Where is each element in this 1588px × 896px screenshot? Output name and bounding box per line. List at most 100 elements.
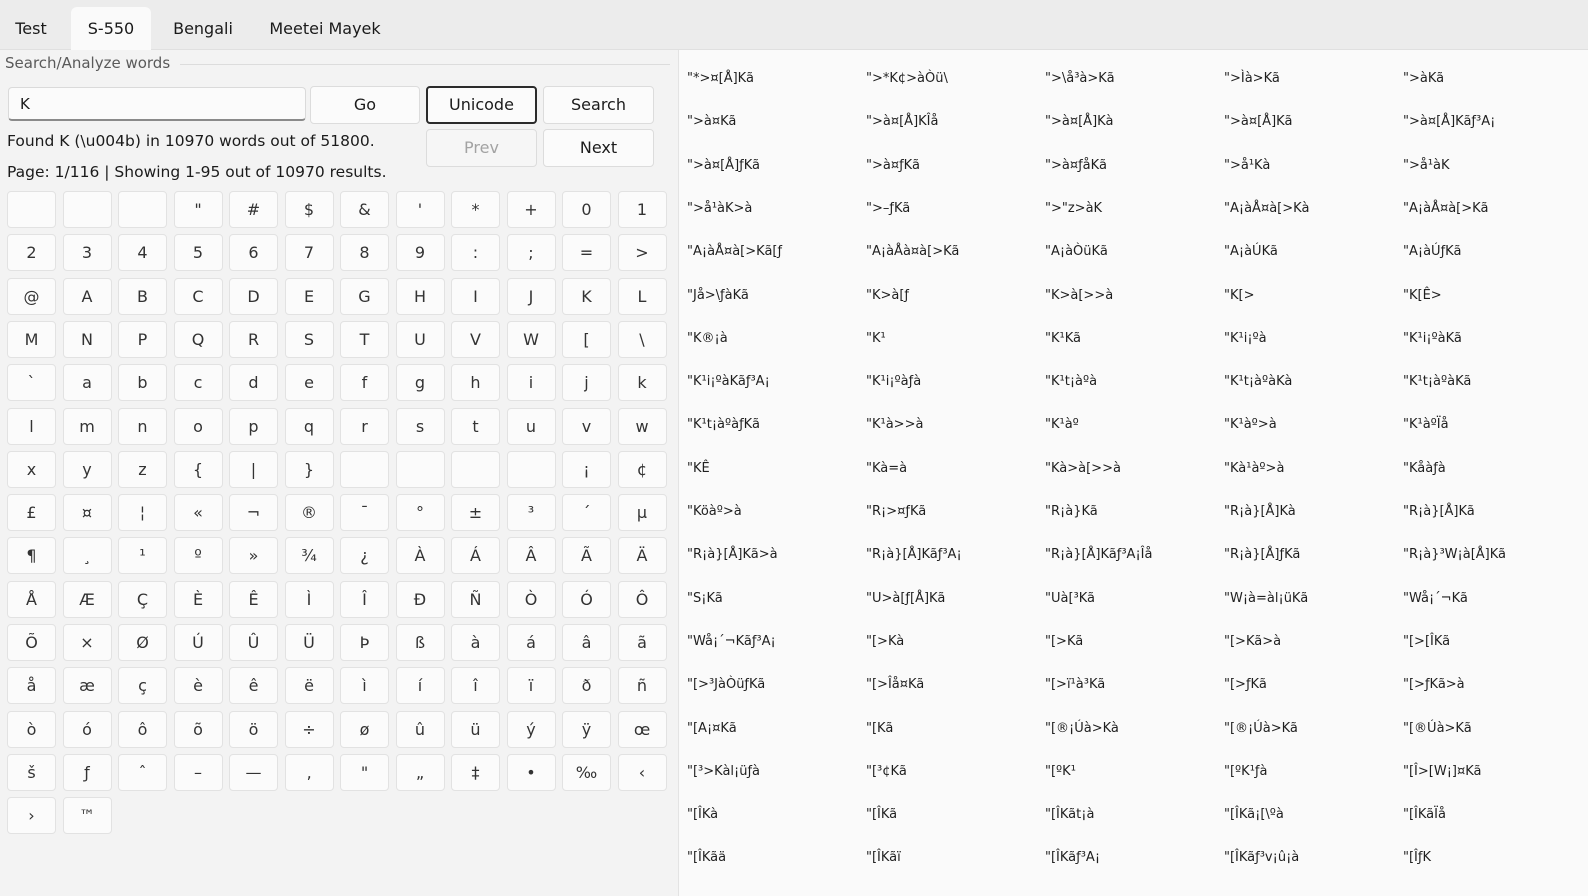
char-key[interactable]: » bbox=[229, 537, 278, 575]
result-word[interactable]: ">å¹Kà bbox=[1224, 158, 1270, 173]
char-key[interactable]: Q bbox=[173, 320, 223, 358]
char-key[interactable]: $ bbox=[284, 191, 334, 228]
char-key[interactable]: ô bbox=[118, 710, 167, 748]
char-key[interactable]: — bbox=[229, 753, 278, 791]
result-word[interactable]: "[>Kã>à bbox=[1224, 634, 1281, 649]
result-word[interactable]: "K¹i¡ºàƒà bbox=[866, 374, 921, 389]
char-key[interactable]: ¿ bbox=[340, 537, 389, 575]
char-key[interactable]: u bbox=[506, 407, 556, 445]
char-key[interactable]: n bbox=[118, 407, 167, 445]
char-key[interactable]: ÿ bbox=[562, 710, 611, 748]
char-key[interactable]: K bbox=[562, 277, 611, 315]
char-key[interactable]: x bbox=[7, 450, 56, 488]
char-key[interactable] bbox=[451, 450, 500, 488]
char-key[interactable]: ë bbox=[284, 667, 334, 705]
char-key[interactable]: á bbox=[506, 624, 556, 661]
result-word[interactable]: "[ÎKãt¡à bbox=[1045, 807, 1094, 822]
char-key[interactable]: : bbox=[451, 234, 500, 272]
char-key[interactable]: ‹ bbox=[617, 753, 667, 791]
char-key[interactable]: R bbox=[229, 320, 278, 358]
char-key[interactable]: d bbox=[229, 364, 278, 402]
char-key[interactable]: | bbox=[229, 450, 278, 488]
char-key[interactable]: I bbox=[451, 277, 500, 315]
char-key[interactable]: š bbox=[7, 753, 56, 791]
search-button[interactable]: Search bbox=[543, 86, 654, 124]
result-word[interactable]: ">à¤[Å]ƒKã bbox=[687, 158, 760, 173]
char-key[interactable]: ¶ bbox=[7, 537, 56, 575]
char-key[interactable]: Ç bbox=[118, 580, 167, 618]
result-word[interactable]: "K¹t¡àºà bbox=[1045, 374, 1097, 389]
result-word[interactable]: "W¡à=àl¡üKã bbox=[1224, 591, 1308, 606]
char-key[interactable]: A bbox=[62, 277, 112, 315]
char-key[interactable]: æ bbox=[62, 667, 112, 705]
char-key[interactable]: ü bbox=[451, 710, 500, 748]
result-word[interactable]: "K¹t¡àºàƒKã bbox=[687, 417, 760, 432]
char-key[interactable]: " bbox=[340, 753, 389, 791]
char-key[interactable]: ³ bbox=[506, 494, 556, 532]
char-key[interactable]: å bbox=[7, 667, 56, 705]
result-word[interactable]: "[®Úà>Kã bbox=[1403, 721, 1472, 736]
result-word[interactable]: "Kåàƒà bbox=[1403, 461, 1446, 476]
result-word[interactable]: "Wå¡´¬Kãƒ³A¡ bbox=[687, 634, 776, 649]
result-word[interactable]: "K¹ bbox=[866, 331, 886, 346]
char-key[interactable]: H bbox=[395, 277, 445, 315]
next-button[interactable]: Next bbox=[543, 129, 654, 167]
result-word[interactable]: "[ÎKãƒ³A¡ bbox=[1045, 850, 1100, 865]
result-word[interactable]: "K¹t¡àºàKã bbox=[1403, 374, 1471, 389]
result-word[interactable]: "[>ƒKã>à bbox=[1403, 677, 1465, 692]
char-key[interactable]: # bbox=[229, 191, 278, 228]
char-key[interactable]: Î bbox=[340, 580, 389, 618]
char-key[interactable]: Õ bbox=[7, 624, 56, 661]
result-word[interactable]: "A¡àÅ¤à[>Kã bbox=[1403, 201, 1488, 216]
char-key[interactable]: í bbox=[395, 667, 445, 705]
char-key[interactable]: c bbox=[173, 364, 223, 402]
char-key[interactable]: ¡ bbox=[562, 450, 611, 488]
result-word[interactable]: "K¹Kã bbox=[1045, 331, 1081, 346]
char-key[interactable]: ï bbox=[506, 667, 556, 705]
char-key[interactable]: ¹ bbox=[118, 537, 167, 575]
char-key[interactable]: î bbox=[451, 667, 500, 705]
char-key[interactable]: i bbox=[506, 364, 556, 402]
result-word[interactable]: ">àKã bbox=[1403, 71, 1444, 86]
char-key[interactable]: ì bbox=[340, 667, 389, 705]
result-word[interactable]: "*>¤[Å]Kã bbox=[687, 71, 754, 86]
result-word[interactable]: "A¡àÚƒKã bbox=[1403, 244, 1461, 259]
char-key[interactable]: = bbox=[562, 234, 611, 272]
char-key[interactable]: a bbox=[62, 364, 112, 402]
char-key[interactable]: 8 bbox=[340, 234, 389, 272]
prev-button[interactable]: Prev bbox=[426, 129, 537, 167]
result-word[interactable]: "[>³JàÒüƒKã bbox=[687, 677, 765, 692]
char-key[interactable]: w bbox=[617, 407, 667, 445]
result-word[interactable]: "Uà[³Kã bbox=[1045, 591, 1095, 606]
char-key[interactable]: l bbox=[7, 407, 56, 445]
search-input[interactable] bbox=[8, 87, 306, 121]
char-key[interactable]: D bbox=[229, 277, 278, 315]
result-word[interactable]: ">å¹àK bbox=[1403, 158, 1450, 173]
char-key[interactable]: â bbox=[562, 624, 611, 661]
tab-test[interactable]: Test bbox=[3, 7, 59, 50]
char-key[interactable]: W bbox=[506, 320, 556, 358]
char-key[interactable]: & bbox=[340, 191, 389, 228]
result-word[interactable]: "K®¡à bbox=[687, 331, 728, 346]
char-key[interactable]: Ó bbox=[562, 580, 611, 618]
char-key[interactable]: k bbox=[617, 364, 667, 402]
char-key[interactable]: [ bbox=[562, 320, 611, 358]
char-key[interactable]: b bbox=[118, 364, 167, 402]
char-key[interactable]: E bbox=[284, 277, 334, 315]
char-key[interactable]: C bbox=[173, 277, 223, 315]
result-word[interactable]: "Kà>à[>>à bbox=[1045, 461, 1121, 476]
char-key[interactable]: › bbox=[7, 797, 56, 835]
char-key[interactable]: g bbox=[395, 364, 445, 402]
char-key[interactable] bbox=[395, 450, 445, 488]
result-word[interactable]: "R¡>¤ƒKã bbox=[866, 504, 926, 519]
char-key[interactable]: ¯ bbox=[340, 494, 389, 532]
result-word[interactable]: "U>à[ƒ[Å]Kã bbox=[866, 591, 945, 606]
char-key[interactable]: ç bbox=[118, 667, 167, 705]
char-key[interactable]: h bbox=[451, 364, 500, 402]
char-key[interactable]: 7 bbox=[284, 234, 334, 272]
char-key[interactable]: œ bbox=[617, 710, 667, 748]
char-key[interactable]: * bbox=[451, 191, 500, 228]
char-key[interactable]: r bbox=[340, 407, 389, 445]
char-key[interactable]: õ bbox=[173, 710, 223, 748]
char-key[interactable]: ý bbox=[506, 710, 556, 748]
